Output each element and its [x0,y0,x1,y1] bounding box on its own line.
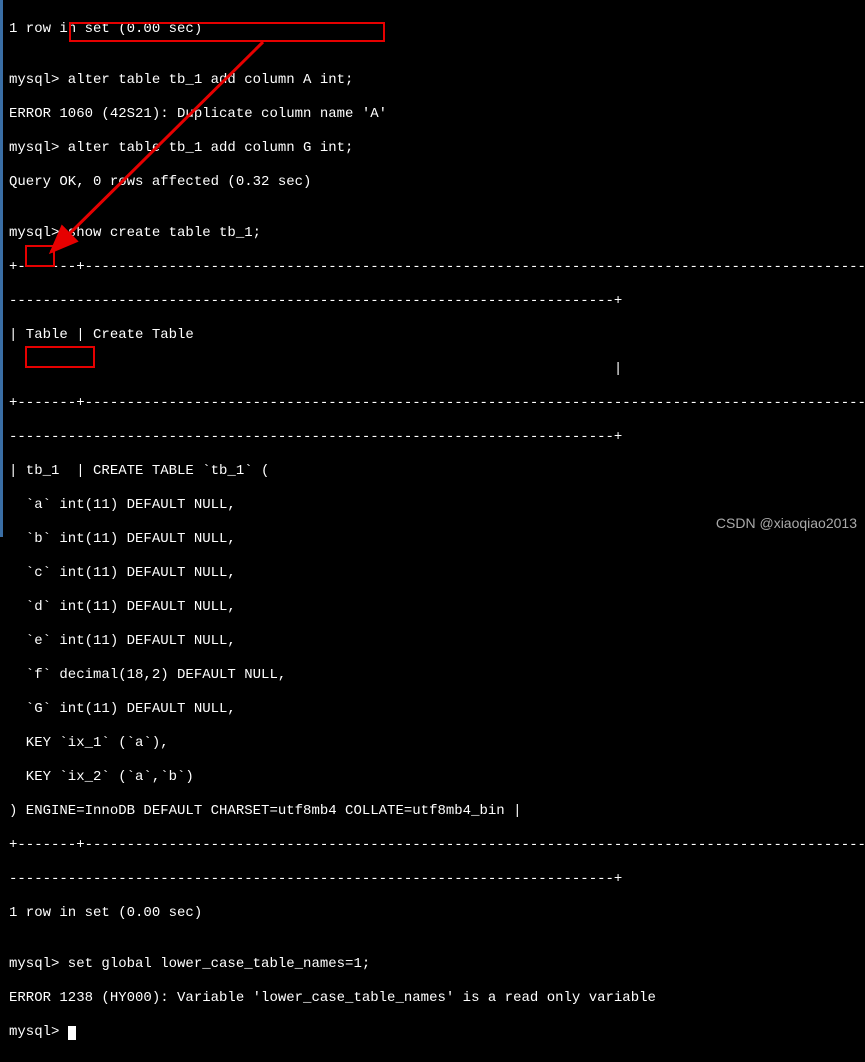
table-row: `a` int(11) DEFAULT NULL, [9,497,859,514]
prompt-line: mysql> alter table tb_1 add column A int… [9,72,859,89]
table-row: KEY `ix_1` (`a`), [9,735,859,752]
output-line: 1 row in set (0.00 sec) [9,905,859,922]
table-header: | [9,361,859,378]
table-row: KEY `ix_2` (`a`,`b`) [9,769,859,786]
table-border: +-------+-------------------------------… [9,837,859,854]
table-row: ) ENGINE=InnoDB DEFAULT CHARSET=utf8mb4 … [9,803,859,820]
cursor-icon [68,1026,76,1040]
prompt-line: mysql> alter table tb_1 add column G int… [9,140,859,157]
prompt-line[interactable]: mysql> [9,1024,859,1041]
error-line: ERROR 1238 (HY000): Variable 'lower_case… [9,990,859,1007]
table-row: `c` int(11) DEFAULT NULL, [9,565,859,582]
table-row: | tb_1 | CREATE TABLE `tb_1` ( [9,463,859,480]
prompt-line: mysql> show create table tb_1; [9,225,859,242]
table-border: ----------------------------------------… [9,429,859,446]
output-line: Query OK, 0 rows affected (0.32 sec) [9,174,859,191]
table-row: `e` int(11) DEFAULT NULL, [9,633,859,650]
table-row: `b` int(11) DEFAULT NULL, [9,531,859,548]
table-border: ----------------------------------------… [9,871,859,888]
terminal-output: 1 row in set (0.00 sec) mysql> alter tab… [3,0,865,1062]
prompt-line: mysql> set global lower_case_table_names… [9,956,859,973]
table-row: `f` decimal(18,2) DEFAULT NULL, [9,667,859,684]
table-border: +-------+-------------------------------… [9,395,859,412]
table-border: ----------------------------------------… [9,293,859,310]
error-line: ERROR 1060 (42S21): Duplicate column nam… [9,106,859,123]
table-row: `G` int(11) DEFAULT NULL, [9,701,859,718]
table-row: `d` int(11) DEFAULT NULL, [9,599,859,616]
table-border: +-------+-------------------------------… [9,259,859,276]
watermark-text: CSDN @xiaoqiao2013 [716,515,857,531]
output-line: 1 row in set (0.00 sec) [9,21,859,38]
table-header: | Table | Create Table [9,327,859,344]
